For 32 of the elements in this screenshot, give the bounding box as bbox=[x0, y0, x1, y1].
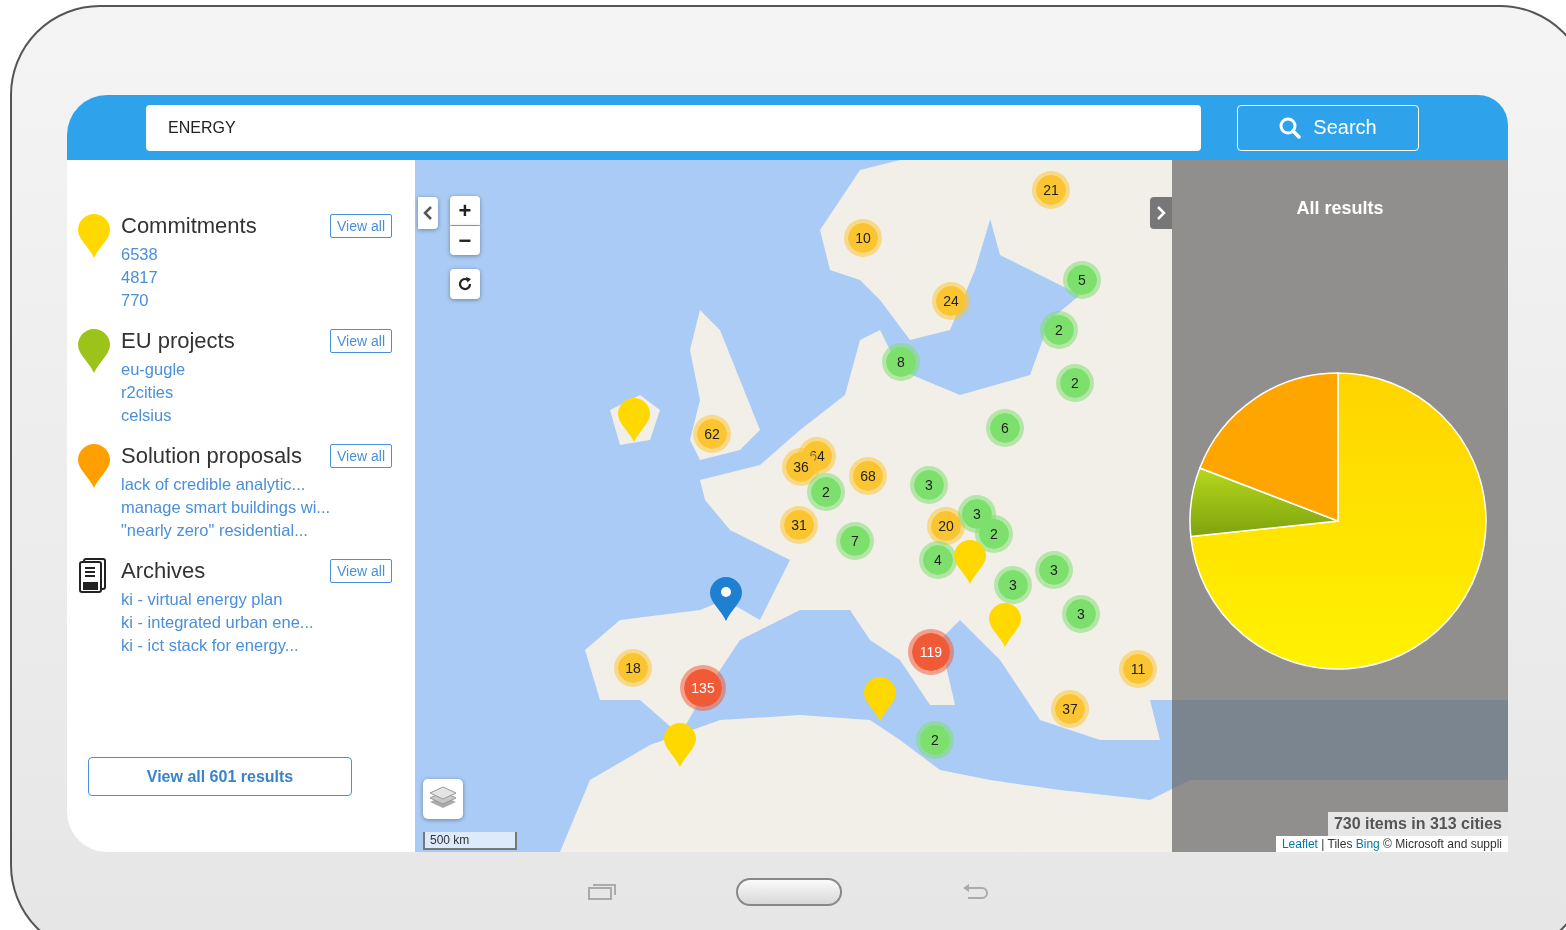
search-field[interactable]: ENERGY bbox=[146, 104, 1201, 151]
zoom-out-button[interactable]: − bbox=[450, 226, 480, 255]
chevron-left-icon bbox=[423, 206, 433, 220]
chevron-right-icon bbox=[1156, 206, 1166, 220]
back-icon[interactable] bbox=[961, 884, 988, 900]
home-button[interactable] bbox=[735, 878, 842, 906]
category-title: Solution proposals bbox=[121, 443, 303, 469]
attribution-link[interactable]: Leaflet bbox=[1281, 837, 1318, 851]
collapse-button[interactable] bbox=[418, 197, 438, 229]
recent-apps-icon[interactable] bbox=[587, 884, 616, 900]
result-link[interactable]: ki - ict stack for energy... bbox=[121, 634, 392, 657]
attribution-link[interactable]: Bing bbox=[1355, 837, 1380, 851]
category-title: Commitments bbox=[121, 213, 258, 239]
expand-button[interactable] bbox=[1150, 197, 1172, 229]
category-title: EU projects bbox=[121, 328, 236, 354]
results-summary: 730 items in 313 cities bbox=[1327, 812, 1508, 836]
layers-button[interactable] bbox=[423, 779, 463, 819]
panel-title: All results bbox=[1296, 198, 1384, 219]
result-link[interactable]: 6538 bbox=[121, 243, 392, 266]
attribution-text: Leaflet | Tiles Bing © Microsoft and suppli bbox=[1275, 836, 1508, 852]
category-title: Archives bbox=[121, 558, 207, 584]
cluster-marker[interactable]: 2 bbox=[916, 721, 954, 759]
scale-bar: 500 km bbox=[423, 832, 517, 850]
result-link[interactable]: r2cities bbox=[121, 381, 392, 404]
refresh-button[interactable] bbox=[450, 269, 480, 299]
view-all-results-button[interactable]: View all 601 results bbox=[88, 757, 352, 796]
search-icon bbox=[1279, 116, 1302, 139]
result-link[interactable]: manage smart buildings wi... bbox=[121, 496, 392, 519]
pdf-document-icon bbox=[77, 558, 107, 594]
cluster-marker[interactable]: 8 bbox=[882, 343, 920, 381]
zoom-in-button[interactable]: + bbox=[450, 196, 480, 225]
refresh-icon bbox=[457, 276, 473, 292]
